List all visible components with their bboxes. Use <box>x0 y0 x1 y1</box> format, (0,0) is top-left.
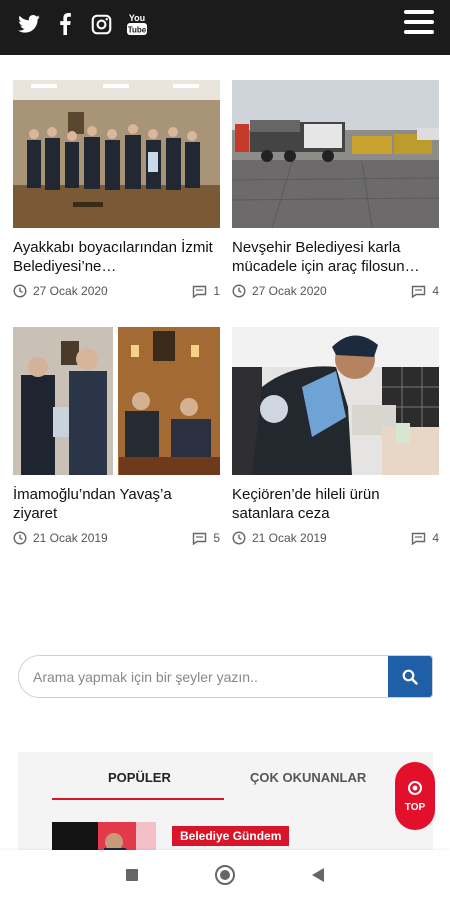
comment-icon <box>412 285 426 298</box>
comment-icon <box>193 285 207 298</box>
article-date: 27 Ocak 2020 <box>232 284 327 298</box>
article-thumbnail[interactable] <box>13 327 220 475</box>
clock-icon <box>232 531 246 545</box>
article-date-text: 21 Ocak 2019 <box>252 531 327 545</box>
active-tab-indicator <box>52 798 224 800</box>
article-thumbnail[interactable] <box>232 80 439 228</box>
article-title[interactable]: Keçiören’de hileli ürün satanlara ceza <box>232 485 439 523</box>
search-button[interactable] <box>388 656 432 697</box>
social-links: You Tube <box>18 12 148 36</box>
back-icon[interactable] <box>312 868 324 882</box>
article-date-text: 27 Ocak 2020 <box>252 284 327 298</box>
article-date: 21 Ocak 2019 <box>232 531 327 545</box>
category-badge[interactable]: Belediye Gündem <box>172 826 290 846</box>
tab-popular[interactable]: POPÜLER <box>108 770 171 785</box>
tab-most-read[interactable]: ÇOK OKUNANLAR <box>250 770 366 785</box>
home-icon[interactable] <box>215 865 235 885</box>
search-icon <box>402 669 418 685</box>
article-meta: 27 Ocak 2020 4 <box>232 284 439 298</box>
recent-apps-icon[interactable] <box>126 869 138 881</box>
system-nav-bar <box>0 850 450 900</box>
comment-count-text: 5 <box>213 531 220 545</box>
article-thumbnail[interactable] <box>232 327 439 475</box>
clock-icon <box>13 284 27 298</box>
article-meta: 27 Ocak 2020 1 <box>13 284 220 298</box>
comment-icon <box>412 532 426 545</box>
instagram-icon[interactable] <box>90 12 112 36</box>
article-card[interactable]: Keçiören’de hileli ürün satanlara ceza 2… <box>232 327 439 545</box>
search-bar <box>18 655 433 698</box>
clock-icon <box>13 531 27 545</box>
comment-count: 4 <box>411 284 439 298</box>
comment-count-text: 1 <box>213 284 220 298</box>
comment-icon <box>193 532 207 545</box>
clock-icon <box>232 284 246 298</box>
tab-bar: POPÜLER ÇOK OKUNANLAR <box>52 770 392 800</box>
article-date-text: 27 Ocak 2020 <box>33 284 108 298</box>
scroll-top-label: TOP <box>404 801 426 813</box>
article-meta: 21 Ocak 2019 4 <box>232 531 439 545</box>
svg-text:You: You <box>129 13 145 23</box>
top-bar: You Tube <box>0 0 450 55</box>
article-date: 21 Ocak 2019 <box>13 531 108 545</box>
article-title[interactable]: Ayakkabı boyacılarından İzmit Belediyesi… <box>13 238 220 276</box>
comment-count: 4 <box>411 531 439 545</box>
hamburger-menu-icon[interactable] <box>404 10 434 34</box>
article-title[interactable]: Nevşehir Belediyesi karla mücadele için … <box>232 238 439 276</box>
scroll-top-button[interactable]: TOP <box>395 762 435 830</box>
facebook-icon[interactable] <box>54 12 76 36</box>
article-card[interactable]: Nevşehir Belediyesi karla mücadele için … <box>232 80 439 298</box>
article-thumbnail[interactable] <box>13 80 220 228</box>
twitter-icon[interactable] <box>18 12 40 36</box>
comment-count: 5 <box>192 531 220 545</box>
article-date-text: 21 Ocak 2019 <box>33 531 108 545</box>
comment-count: 1 <box>192 284 220 298</box>
comment-count-text: 4 <box>432 531 439 545</box>
article-card[interactable]: Ayakkabı boyacılarından İzmit Belediyesi… <box>13 80 220 298</box>
youtube-icon[interactable]: You Tube <box>126 12 148 36</box>
article-meta: 21 Ocak 2019 5 <box>13 531 220 545</box>
article-card[interactable]: İmamoğlu’ndan Yavaş’a ziyaret 21 Ocak 20… <box>13 327 220 545</box>
article-title[interactable]: İmamoğlu’ndan Yavaş’a ziyaret <box>13 485 220 523</box>
svg-text:Tube: Tube <box>128 26 147 35</box>
search-input[interactable] <box>19 656 390 697</box>
comment-count-text: 4 <box>432 284 439 298</box>
article-date: 27 Ocak 2020 <box>13 284 108 298</box>
target-icon <box>408 780 422 795</box>
